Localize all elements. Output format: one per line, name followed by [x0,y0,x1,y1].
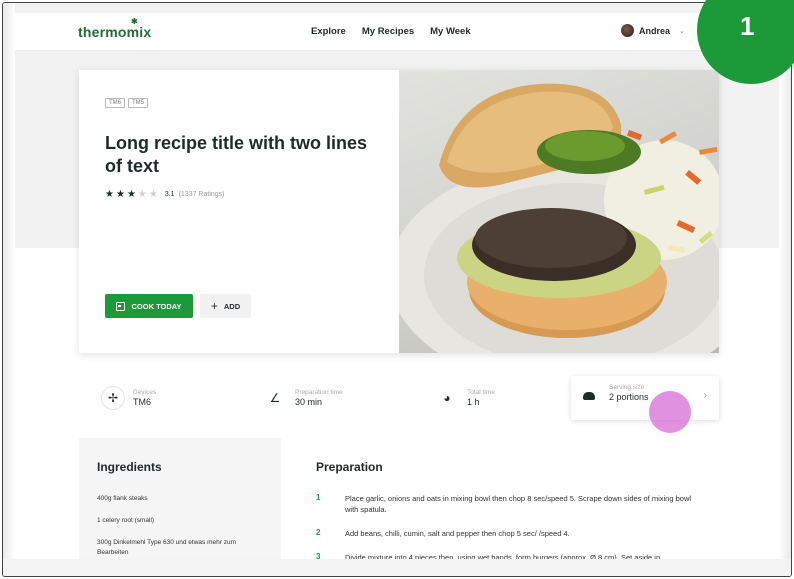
list-item: 1 Place garlic, onions and oats in mixin… [316,493,716,515]
calendar-icon [116,301,126,311]
stat-label: Total time [467,389,495,396]
star-filled-icon: ★ [126,189,136,200]
step-text: Add beans, chilli, cumin, salt and peppe… [345,529,570,538]
ingredients-panel: Ingredients 400g flank steaks 1 celery r… [79,438,281,563]
devices-icon: ✢ [101,386,125,410]
recipe-stats: ✢ Devices TM6 ∠ Preparation time 30 min … [93,373,723,423]
step-text: Place garlic, onions and oats in mixing … [345,494,692,514]
step-number: 2 [316,528,321,537]
right-shadow [779,3,791,563]
touch-indicator [649,391,691,433]
stat-label: Devices [133,389,157,396]
ingredients-title: Ingredients [97,460,162,474]
stat-label: Preparation time [295,389,343,396]
bottom-edge [3,559,791,576]
step-number: 1 [316,493,321,502]
chevron-down-icon: ⌄ [679,27,685,35]
nav-link-my-recipes[interactable]: My Recipes [362,26,414,37]
main-nav: Explore My Recipes My Week [311,26,471,37]
knife-icon: ∠ [269,391,281,405]
tag-tm6: TM6 [105,98,125,108]
cook-today-label: COOK TODAY [131,301,182,311]
recipe-info: TM6 TM5 Long recipe title with two lines… [79,70,399,353]
add-label: ADD [223,301,241,311]
rating-count: (1337 Ratings) [178,191,225,198]
step-badge-number: 1 [740,11,755,41]
preparation-title: Preparation [316,460,383,474]
list-item: 400g flank steaks [97,495,148,502]
stat-value: 30 min [295,397,323,407]
stat-preparation-time: ∠ Preparation time 30 min [263,373,343,423]
nav-link-explore[interactable]: Explore [311,26,346,37]
stat-value: TM6 [133,397,151,407]
chevron-right-icon: › [703,390,707,401]
burger-photo [399,83,719,353]
rating-value: 3.1 [164,191,175,198]
tag-tm5: TM5 [128,98,148,108]
stat-value: 1 h [467,397,480,407]
recipe-image [399,70,719,353]
stat-total-time: ◕ Total time 1 h [435,373,495,423]
recipe-hero-card: TM6 TM5 Long recipe title with two lines… [79,70,719,353]
star-filled-icon: ★ [105,189,114,200]
list-item: 2 Add beans, chilli, cumin, salt and pep… [316,528,716,539]
add-button[interactable]: + ADD [200,294,251,318]
star-empty-icon: ★ [148,189,158,200]
rating[interactable]: ★ ★ ★ ★ ★ 3.1 (1337 Ratings) [105,189,225,200]
app-frame: thermomix ✱ Explore My Recipes My Week An… [2,2,792,577]
user-name: Andrea [639,25,671,36]
serving-icon [583,392,595,400]
clock-icon: ◕ [443,391,451,405]
plus-icon: + [210,299,218,313]
recipe-title: Long recipe title with two lines of text [105,133,368,176]
star-empty-icon: ★ [137,189,147,200]
star-filled-icon: ★ [115,189,125,200]
top-navbar: thermomix ✱ Explore My Recipes My Week An… [15,13,783,51]
cook-today-button[interactable]: COOK TODAY [105,294,193,318]
nav-link-my-week[interactable]: My Week [430,26,470,37]
logo-star-icon: ✱ [131,17,138,26]
stat-devices: ✢ Devices TM6 [101,373,156,423]
serving-size-card[interactable]: Serving size 2 portions › [571,376,719,420]
stat-label: Serving size [609,384,645,391]
avatar [621,24,634,37]
user-menu[interactable]: Andrea ⌄ [621,24,685,37]
stat-value: 2 portions [609,392,649,402]
list-item: 300g Dinkelmehl Type 630 und etwas mehr … [97,539,236,556]
device-tags: TM6 TM5 [105,98,148,108]
list-item: 1 celery root (small) [97,517,155,524]
left-shadow [3,3,15,563]
thermomix-logo[interactable]: thermomix ✱ [78,17,151,40]
